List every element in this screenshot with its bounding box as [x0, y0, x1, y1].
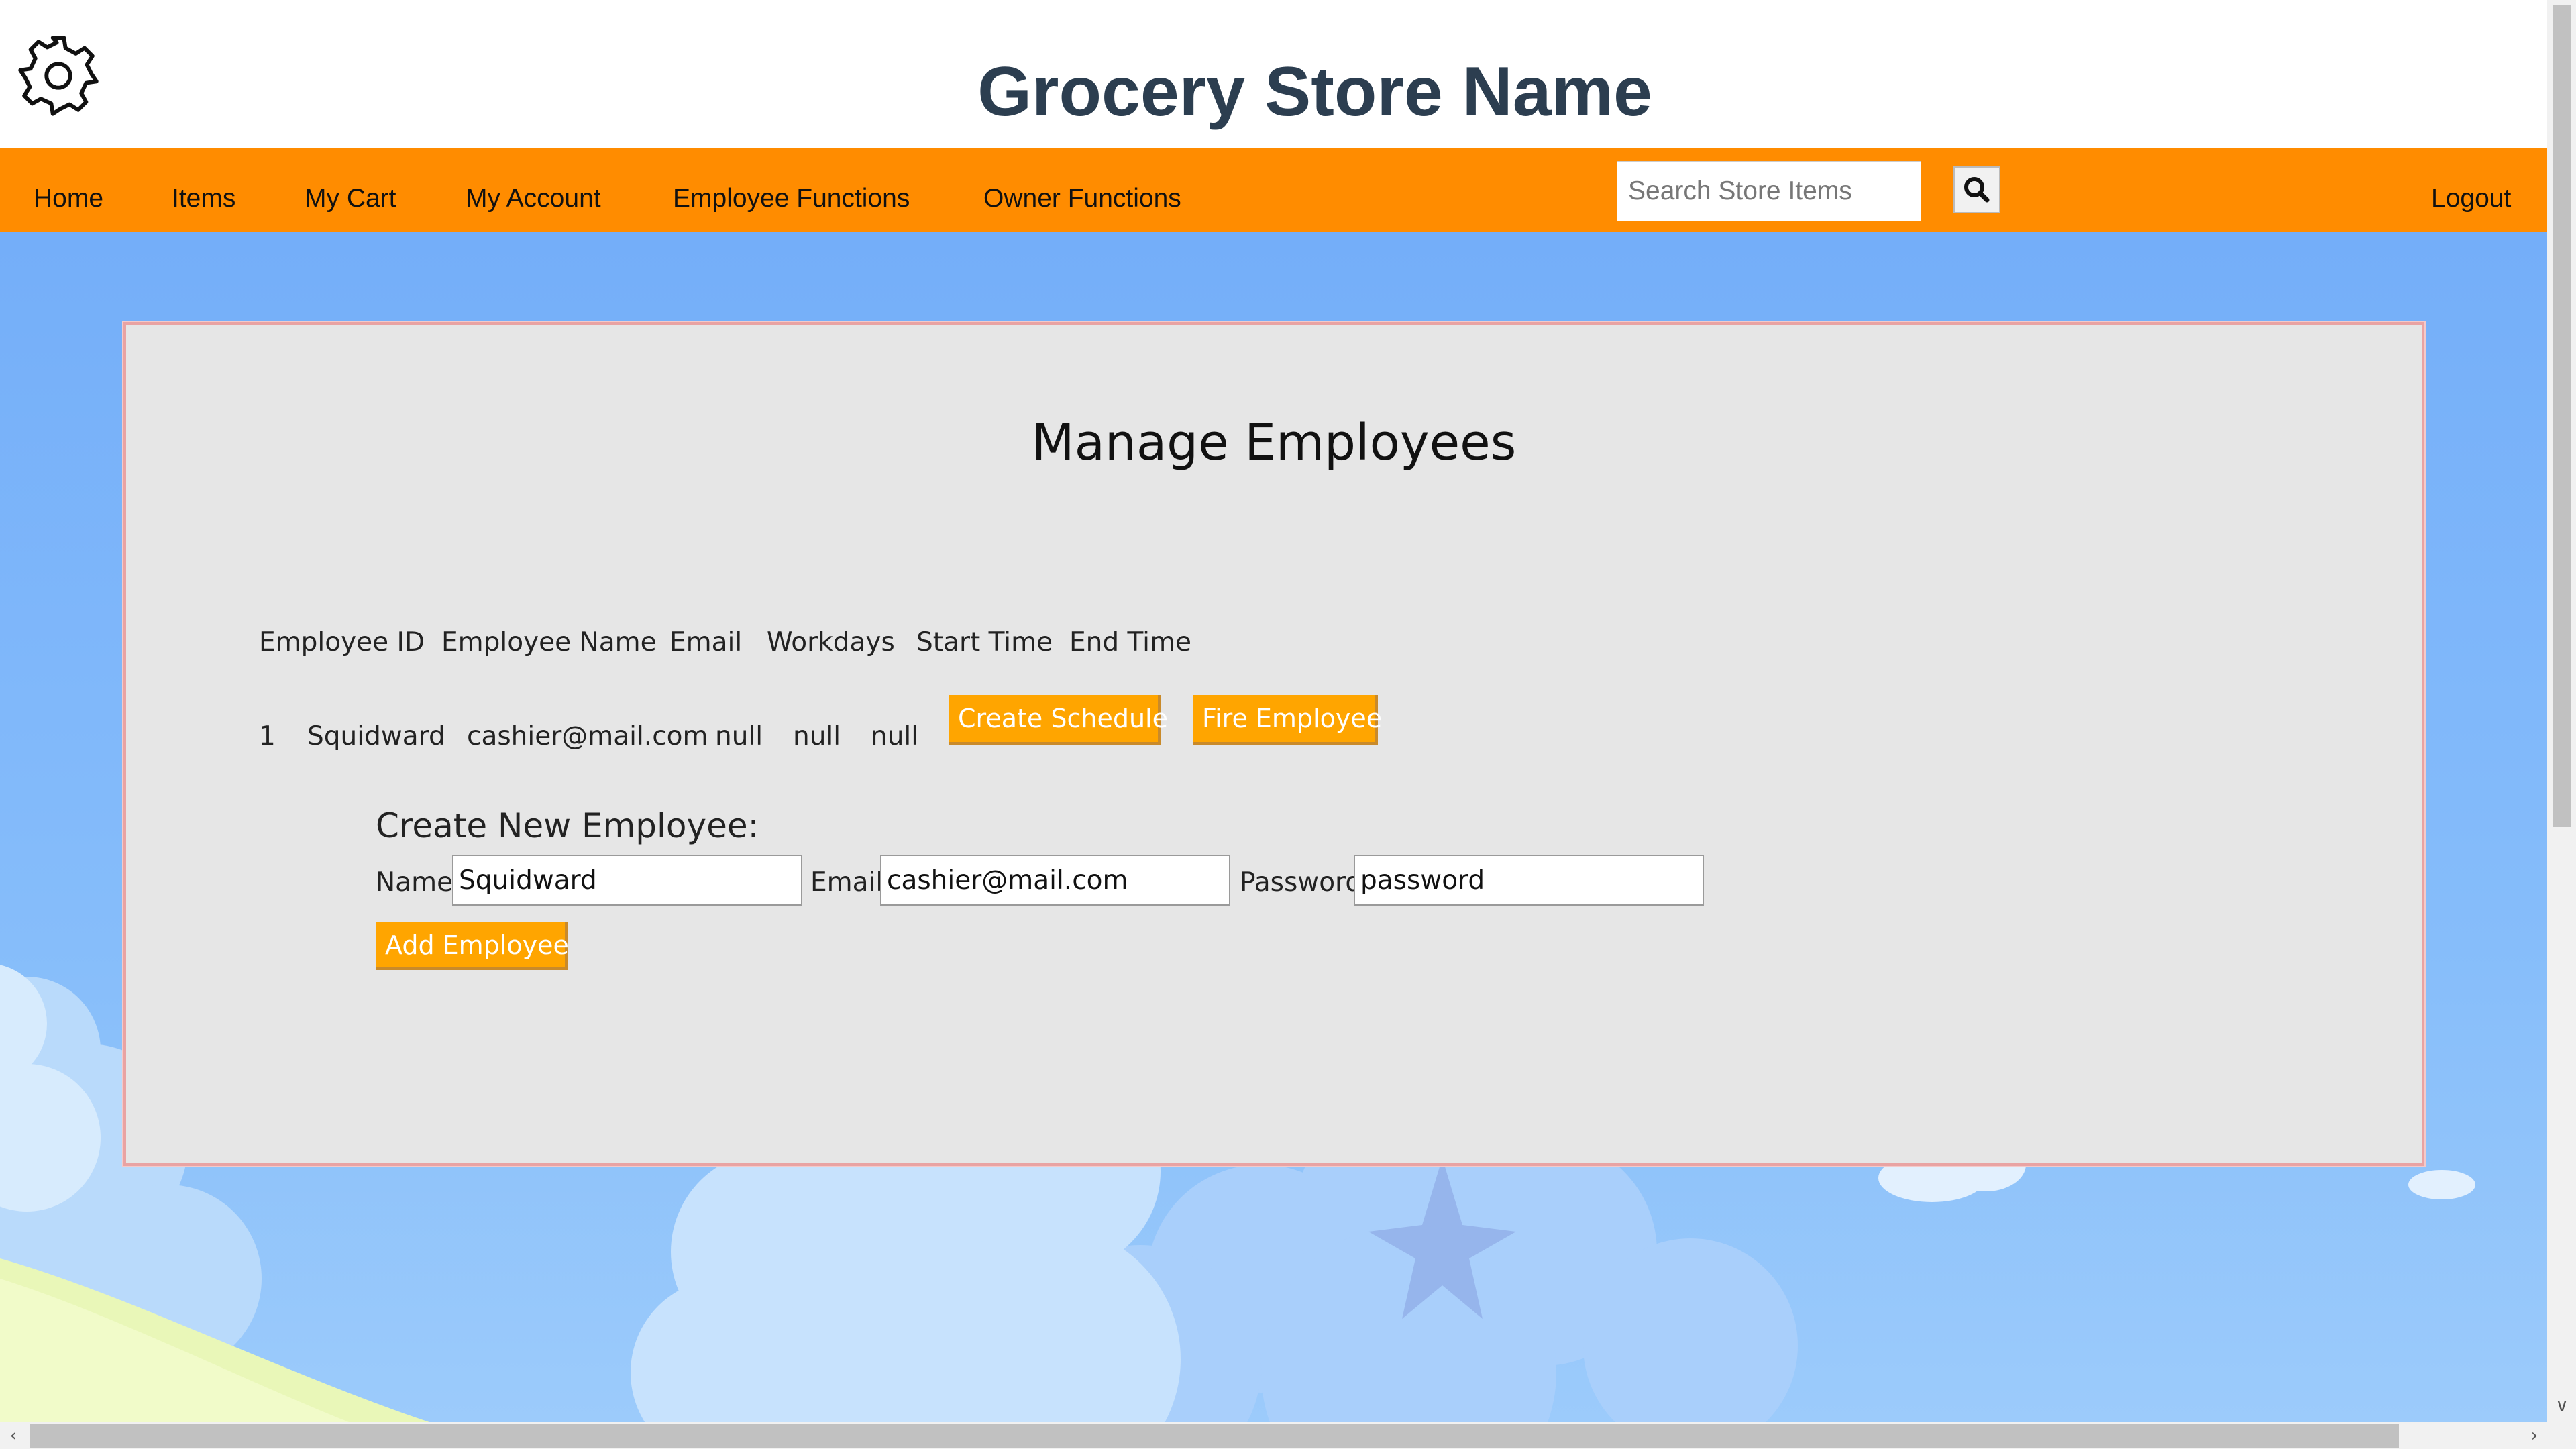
column-header-end-time: End Time: [1069, 627, 1191, 657]
password-field[interactable]: [1354, 855, 1704, 906]
name-field[interactable]: [452, 855, 802, 906]
cell-start-time: null: [793, 721, 841, 751]
add-employee-button[interactable]: Add Employee: [376, 922, 569, 970]
search-button[interactable]: [1953, 166, 2000, 213]
column-header-workdays: Workdays: [767, 627, 895, 657]
vertical-scrollbar-thumb[interactable]: [2553, 5, 2571, 827]
main-nav: Home Items My Cart My Account Employee F…: [0, 148, 2547, 232]
search-icon: [1964, 177, 1990, 203]
column-header-employee-name: Employee Name: [441, 627, 657, 657]
site-title: Grocery Store Name: [977, 53, 1652, 131]
nav-employee-functions[interactable]: Employee Functions: [673, 182, 910, 215]
scroll-right-icon[interactable]: ›: [2521, 1422, 2548, 1449]
create-employee-heading: Create New Employee:: [376, 806, 759, 845]
horizontal-scrollbar[interactable]: ‹ ›: [0, 1422, 2576, 1449]
email-label: Email: [810, 867, 883, 898]
page-title: Manage Employees: [1031, 414, 1517, 472]
cell-end-time: null: [871, 721, 919, 751]
nav-owner-functions[interactable]: Owner Functions: [983, 182, 1181, 215]
page-root: Grocery Store Name Home Items My Cart My…: [0, 0, 2576, 1449]
horizontal-scrollbar-thumb[interactable]: [30, 1424, 2399, 1448]
column-header-start-time: Start Time: [916, 627, 1053, 657]
site-header: Grocery Store Name: [0, 0, 2547, 148]
nav-items[interactable]: Items: [172, 182, 235, 215]
name-label: Name: [376, 867, 453, 898]
cell-email: cashier@mail.com: [467, 721, 708, 751]
column-header-employee-id: Employee ID: [259, 627, 425, 657]
create-schedule-button[interactable]: Create Schedule: [949, 695, 1168, 745]
column-header-email: Email: [669, 627, 743, 657]
cell-workdays: null: [715, 721, 763, 751]
search-input[interactable]: [1617, 161, 1921, 221]
email-field[interactable]: [880, 855, 1230, 906]
nav-home[interactable]: Home: [34, 182, 103, 215]
password-label: Password: [1240, 867, 1362, 898]
manage-employees-panel: Manage Employees Employee ID Employee Na…: [122, 321, 2426, 1167]
cell-employee-id: 1: [259, 721, 276, 751]
logout-link[interactable]: Logout: [2431, 182, 2511, 215]
nav-my-account[interactable]: My Account: [466, 182, 601, 215]
fire-employee-button[interactable]: Fire Employee: [1193, 695, 1382, 745]
nav-my-cart[interactable]: My Cart: [305, 182, 396, 215]
scroll-left-icon[interactable]: ‹: [0, 1422, 27, 1449]
cell-employee-name: Squidward: [307, 721, 445, 751]
scroll-down-icon[interactable]: ∨: [2548, 1393, 2575, 1419]
vertical-scrollbar[interactable]: ∨: [2547, 0, 2576, 1422]
